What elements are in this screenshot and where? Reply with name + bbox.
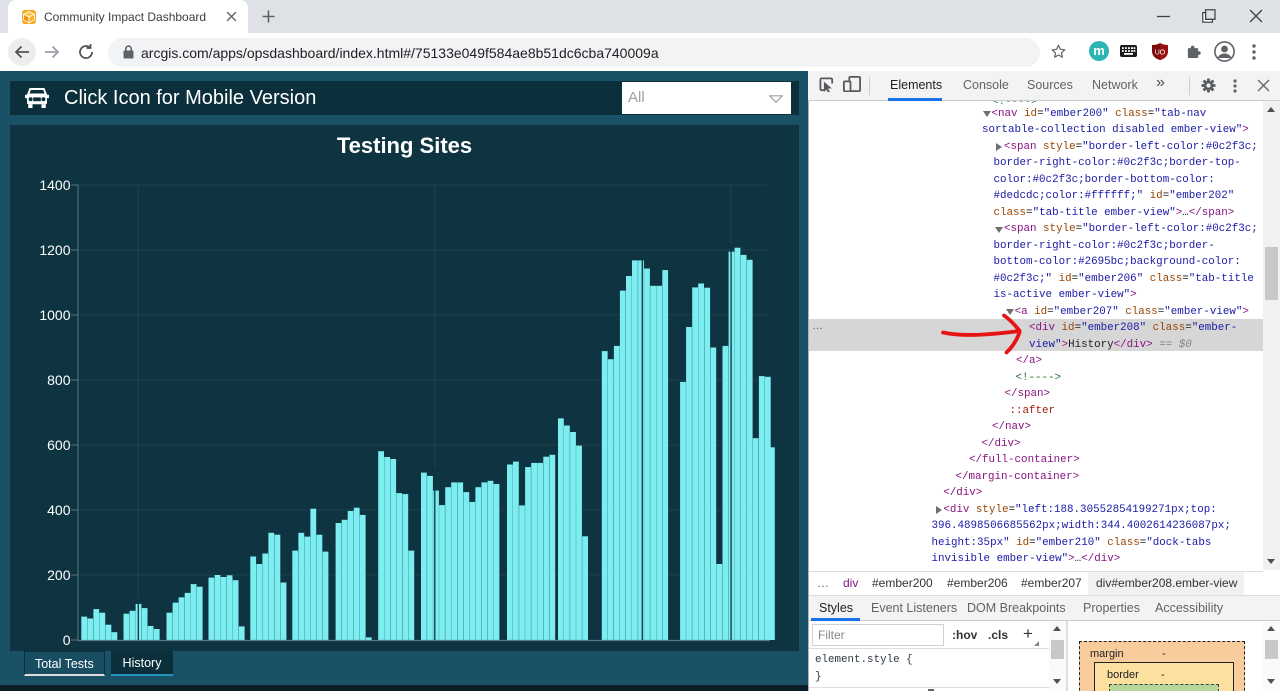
svg-text:UO: UO (1155, 50, 1166, 57)
